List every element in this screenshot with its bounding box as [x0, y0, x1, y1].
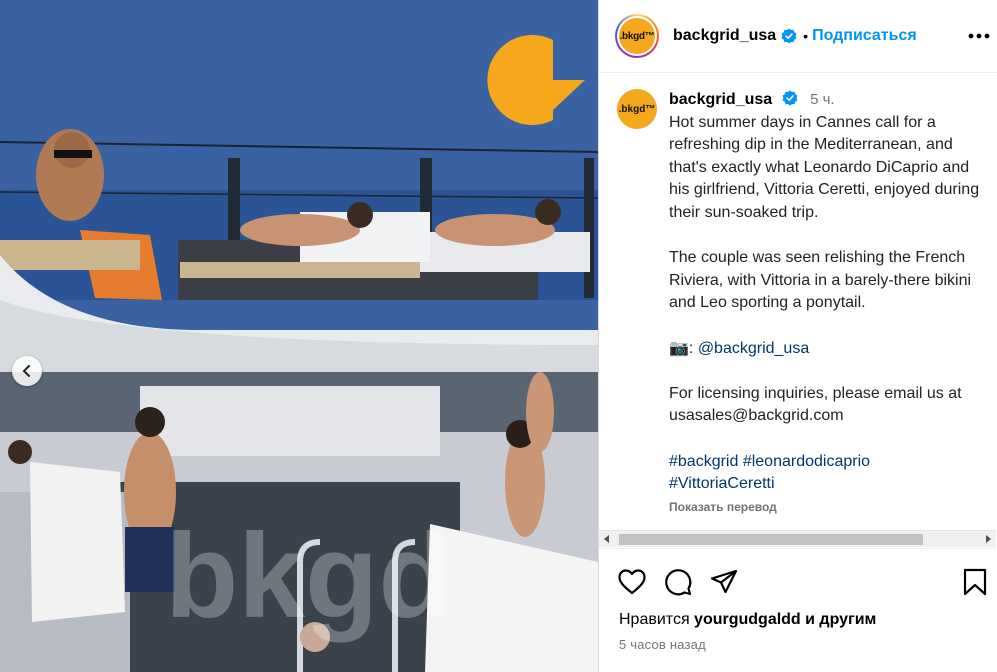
comment-button[interactable]	[663, 567, 693, 597]
post-actions: Нравится yourgudgaldd и другим 5 часов н…	[599, 548, 996, 672]
caption-paragraph-2: The couple was seen relishing the French…	[669, 249, 972, 312]
watermark-text: bkgd	[165, 509, 452, 643]
horizontal-scrollbar[interactable]	[599, 530, 996, 547]
more-options-icon	[968, 33, 990, 39]
more-options-button[interactable]	[965, 24, 993, 48]
camera-emoji-icon: 📷	[669, 339, 689, 357]
caption-scroll-area[interactable]: .bkgd™ backgrid_usa 5 ч. Hot summer days…	[599, 73, 996, 531]
caption-hashtags: #backgrid #leonardodicaprio #VittoriaCere…	[669, 451, 985, 496]
follow-button[interactable]: Подписаться	[812, 27, 917, 45]
separator-dot: •	[803, 28, 809, 44]
scroll-left-arrow[interactable]	[604, 535, 609, 543]
author-avatar[interactable]: .bkgd™	[615, 14, 659, 58]
scrollbar-thumb[interactable]	[619, 534, 923, 545]
caption-paragraph-1: Hot summer days in Cannes call for a ref…	[669, 113, 980, 221]
credit-handle-link[interactable]: @backgrid_usa	[698, 340, 809, 357]
author-username[interactable]: backgrid_usa	[673, 27, 776, 45]
post-media[interactable]: bkgd	[0, 0, 598, 672]
verified-badge-icon	[782, 90, 798, 106]
avatar-logo-text: .bkgd™	[619, 18, 655, 54]
show-translation-link[interactable]: Показать перевод	[669, 496, 985, 519]
likes-prefix: Нравится	[619, 611, 695, 628]
hashtag-link[interactable]: #leonardodicaprio	[743, 453, 870, 470]
save-button[interactable]	[960, 567, 990, 597]
post-side-panel: .bkgd™ backgrid_usa • Подписаться .bkgd™	[598, 0, 997, 672]
hashtag-link[interactable]: #backgrid	[669, 453, 738, 470]
likes-summary: Нравится yourgudgaldd и другим	[619, 611, 876, 629]
yacht-deck-illustration	[0, 0, 598, 372]
caption-timestamp[interactable]: 5 ч.	[810, 91, 835, 108]
credit-prefix: :	[688, 339, 698, 357]
caption-author-username[interactable]: backgrid_usa	[669, 91, 772, 108]
comment-icon	[665, 569, 692, 596]
photo-yacht-deck	[0, 0, 598, 372]
caption-credit: 📷: @backgrid_usa	[669, 338, 985, 361]
caption-licensing: For licensing inquiries, please email us…	[669, 384, 962, 425]
scroll-right-arrow[interactable]	[986, 535, 991, 543]
yacht-stern-illustration: bkgd	[0, 372, 598, 672]
post-header: .bkgd™ backgrid_usa • Подписаться	[599, 0, 997, 73]
likes-username-link[interactable]: yourgudgaldd	[694, 611, 801, 628]
verified-badge-icon	[781, 28, 797, 44]
instagram-post-modal: bkgd .bkgd™ backgrid_usa • Подписаться .…	[0, 0, 997, 672]
share-icon	[710, 569, 738, 594]
share-button[interactable]	[709, 567, 739, 597]
caption-body: backgrid_usa 5 ч. Hot summer days in Can…	[669, 89, 985, 518]
likes-suffix[interactable]: и другим	[801, 611, 876, 628]
caption-avatar-text: .bkgd™	[618, 103, 656, 115]
chevron-left-icon	[22, 365, 30, 377]
hashtag-link[interactable]: #VittoriaCeretti	[669, 475, 775, 492]
carousel-prev-button[interactable]	[12, 356, 42, 386]
caption-row: .bkgd™ backgrid_usa 5 ч. Hot summer days…	[599, 73, 996, 518]
caption-author-avatar[interactable]: .bkgd™	[617, 89, 657, 129]
heart-icon	[618, 569, 646, 595]
bookmark-icon	[963, 568, 987, 596]
photo-yacht-stern: bkgd	[0, 372, 598, 672]
post-time-ago[interactable]: 5 часов назад	[619, 637, 706, 652]
like-button[interactable]	[617, 567, 647, 597]
